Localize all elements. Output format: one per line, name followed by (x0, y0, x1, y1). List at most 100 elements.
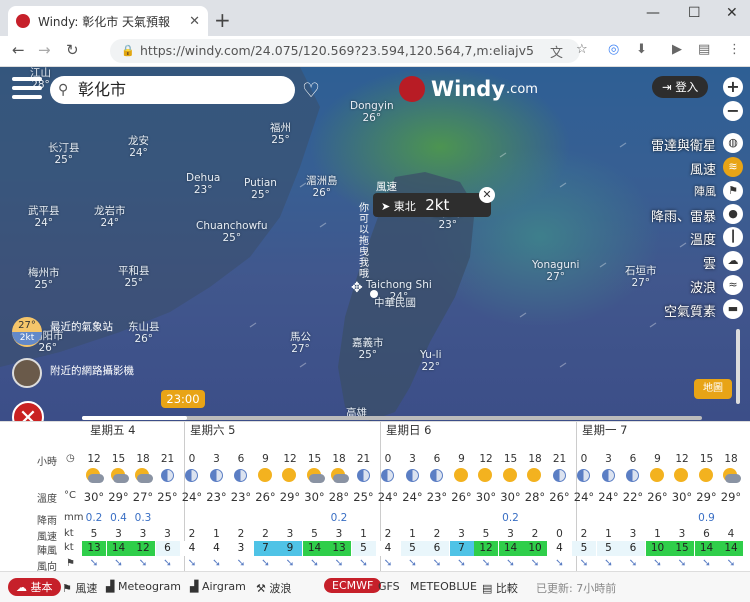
wind-icon[interactable]: ≋ (723, 157, 743, 177)
webcam-label[interactable]: 附近的網路攝影機 (50, 363, 134, 378)
menu-dots-icon[interactable]: ⋮ (728, 42, 741, 57)
layer-item-label[interactable]: 溫度 (690, 229, 716, 248)
wind-cell: 5 (311, 528, 318, 540)
city-temp: 23° (438, 219, 458, 231)
hour-cell: 21 (160, 453, 175, 465)
tab-basic[interactable]: ☁ 基本 (8, 578, 61, 596)
tab-meteogram[interactable]: ▟ Meteogram (106, 580, 181, 593)
map-legend-button[interactable]: 地圖 (694, 379, 732, 399)
city-label: 东山县 26° (128, 321, 160, 345)
layer-item-label[interactable]: 雷達與衛星 (651, 135, 716, 154)
popup-close-button[interactable]: ✕ (479, 187, 495, 203)
maximize-icon[interactable]: ☐ (688, 5, 701, 21)
url-input[interactable]: 🔒 https://windy.com/24.075/120.569?23.59… (110, 39, 580, 63)
city-name: 福州 (270, 122, 291, 134)
layer-item-label[interactable]: 空氣質素 (664, 301, 716, 320)
bookmark-star-icon[interactable]: ☆ (576, 42, 588, 57)
wind-cell: 3 (458, 528, 465, 540)
rain-cell: 0.2 (330, 512, 348, 524)
location-pin[interactable] (370, 290, 378, 298)
back-arrow-icon[interactable]: ← (12, 41, 25, 59)
layer-item-label[interactable]: 雲 (703, 253, 716, 272)
zoom-in-button[interactable]: + (723, 77, 743, 97)
wave-icon[interactable]: ≈ (723, 275, 743, 295)
main-menu-button[interactable] (12, 77, 42, 101)
city-name: Yonaguni (532, 259, 580, 271)
gust-cell: 14 (498, 541, 523, 556)
thermometer-icon[interactable]: ┃ (723, 227, 743, 247)
close-window-icon[interactable]: ✕ (726, 5, 738, 21)
city-label: Putian 25° (244, 177, 277, 201)
close-tab-icon[interactable]: ✕ (189, 14, 200, 29)
windy-logo[interactable]: Windy .com (399, 76, 538, 102)
layer-scrollbar[interactable] (736, 329, 740, 404)
download-icon[interactable]: ⬇ (636, 42, 647, 57)
timeline-bar[interactable] (82, 416, 702, 420)
layer-item-label[interactable]: 波浪 (690, 277, 716, 296)
city-temp: 25° (34, 279, 54, 291)
city-temp: 26° (134, 333, 154, 345)
gust-cell: 14 (106, 541, 131, 556)
new-tab-button[interactable]: + (214, 8, 231, 32)
search-input[interactable]: ⚲ 彰化市 (50, 76, 295, 104)
day-header[interactable]: 星期一 7 (582, 422, 627, 438)
row-label-hours: 小時 (37, 457, 57, 468)
minimize-icon[interactable]: — (646, 5, 660, 21)
car-icon[interactable]: ▬ (723, 299, 743, 319)
globe-icon[interactable]: ◍ (723, 133, 743, 153)
tab-wind[interactable]: ⚑ 風速 (62, 580, 97, 596)
reload-icon[interactable]: ↻ (66, 41, 79, 59)
tab-airgram-label: Airgram (201, 580, 246, 593)
time-chip[interactable]: 23:00 (161, 390, 205, 408)
weather-moon-icon (378, 466, 398, 486)
weather-moon-icon (574, 466, 594, 486)
city-name: Putian (244, 177, 277, 189)
zoom-out-button[interactable]: − (723, 101, 743, 121)
forward-arrow-icon[interactable]: → (38, 41, 51, 59)
city-name: 龙安 (128, 135, 149, 147)
cloud-icon[interactable]: ☁ (723, 251, 743, 271)
bottom-toolbar: ☁ 基本 ⚑ 風速 ▟ Meteogram ▟ Airgram ⚒ 波浪 ECM… (0, 571, 750, 602)
wind-arrow-icon: ➘ (114, 557, 123, 569)
login-button[interactable]: ⇥ 登入 (652, 76, 708, 98)
wind-map[interactable]: 江山 28° 长汀县 25° 龙安 24° 福州 25° Dongyin 26° Dehua 23° P… (0, 67, 750, 421)
translate-icon[interactable]: 文 (550, 42, 563, 61)
model-gfs[interactable]: GFS (378, 580, 400, 593)
favorite-heart-icon[interactable]: ♡ (302, 78, 320, 102)
nearest-station-button[interactable]: 27° 2kt (12, 317, 42, 347)
drag-move-icon[interactable]: ✥ (351, 280, 363, 296)
webcam-thumbnail[interactable] (12, 358, 42, 388)
wind-arrow-icon: ➘ (187, 557, 197, 569)
day-header[interactable]: 星期日 6 (386, 422, 431, 438)
cast-icon[interactable]: ▤ (698, 42, 710, 57)
temp-cell: 26° (255, 490, 276, 504)
day-header[interactable]: 星期五 4 (90, 422, 135, 438)
day-header[interactable]: 星期六 5 (190, 422, 235, 438)
gust-cell: 7 (449, 541, 474, 556)
city-label: 石垣市 27° (625, 265, 657, 289)
layer-item-label[interactable]: 降雨、雷暴 (651, 206, 716, 225)
tab-waves[interactable]: ⚒ 波浪 (256, 580, 291, 596)
compare-button[interactable]: ▤ 比較 (482, 580, 518, 596)
extension-icon[interactable]: ◎ (608, 42, 619, 57)
wind-arrow-icon: ➘ (359, 557, 368, 569)
nearest-station-label[interactable]: 最近的氣象站 (50, 319, 113, 334)
browser-tab[interactable]: Windy: 彰化市 天氣預報 ✕ (8, 6, 208, 36)
model-ecmwf[interactable]: ECMWF (324, 578, 382, 593)
gust-cell: 10 (523, 541, 547, 556)
model-meteoblue[interactable]: METEOBLUE (410, 580, 477, 593)
drop-icon[interactable]: ● (723, 204, 743, 224)
popup-wind-label: 風速 (376, 181, 397, 193)
layer-item-label[interactable]: 陣風 (694, 183, 716, 199)
tab-airgram[interactable]: ▟ Airgram (190, 580, 246, 593)
city-name: 龙岩市 (94, 205, 126, 217)
play-icon[interactable]: ▶ (672, 42, 682, 57)
layer-item-label[interactable]: 風速 (690, 159, 716, 178)
flag-icon[interactable]: ⚑ (723, 181, 743, 201)
city-name: 武平县 (28, 205, 60, 217)
hour-cell: 0 (580, 453, 588, 465)
wind-popup[interactable]: ➤ 東北 2kt (373, 193, 491, 217)
compare-label: 比較 (495, 582, 518, 595)
address-bar-row: ← → ↻ 🔒 https://windy.com/24.075/120.569… (0, 36, 750, 67)
weather-sun-icon (672, 466, 692, 486)
